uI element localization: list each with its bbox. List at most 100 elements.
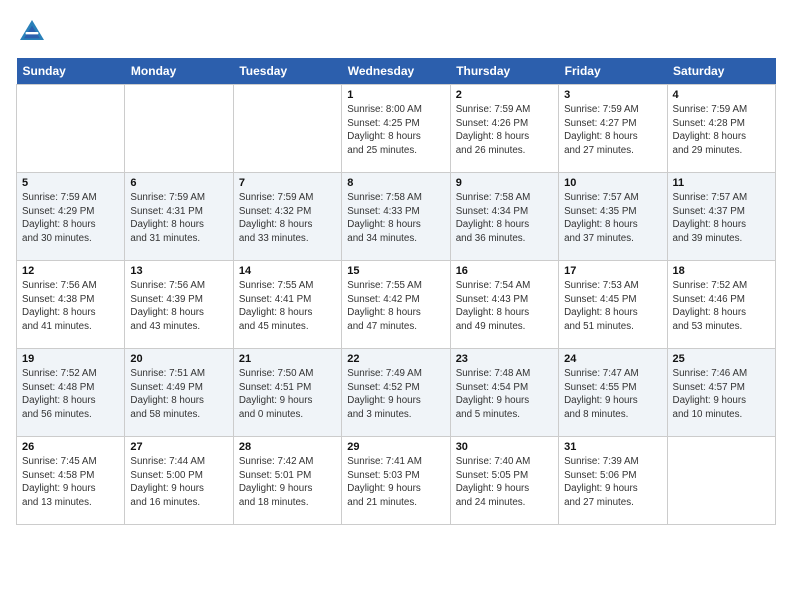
calendar-cell: 14 Sunrise: 7:55 AMSunset: 4:41 PMDayligh… <box>233 261 341 349</box>
day-info: Sunrise: 7:50 AMSunset: 4:51 PMDaylight:… <box>239 367 336 422</box>
day-number: 12 <box>22 265 119 277</box>
calendar-cell: 3 Sunrise: 7:59 AMSunset: 4:27 PMDaylight… <box>559 85 667 173</box>
weekday-header: Saturday <box>667 58 775 85</box>
day-number: 21 <box>239 353 336 365</box>
calendar-cell: 20Sunrise: 7:51 AMSunset: 4:49 PMDayligh… <box>125 349 233 437</box>
day-info: Sunrise: 7:49 AMSunset: 4:52 PMDaylight:… <box>347 367 444 422</box>
day-number: 14 <box>239 265 336 277</box>
day-number: 30 <box>456 441 553 453</box>
day-info: Sunrise: 7:48 AMSunset: 4:54 PMDaylight:… <box>456 367 553 422</box>
calendar-cell: 22 Sunrise: 7:49 AMSunset: 4:52 PMDayligh… <box>342 349 450 437</box>
calendar-header-row: SundayMondayTuesdayWednesdayThursdayFrid… <box>17 58 776 85</box>
day-info: Sunrise: 7:53 AMSunset: 4:45 PMDaylight:… <box>564 279 661 334</box>
calendar-cell: 12 Sunrise: 7:56 AMSunset: 4:38 PMDayligh… <box>17 261 125 349</box>
calendar-cell <box>17 85 125 173</box>
day-number: 10 <box>564 177 661 189</box>
calendar-cell: 8Sunrise: 7:58 AMSunset: 4:33 PMDaylight… <box>342 173 450 261</box>
logo-icon <box>16 16 48 48</box>
calendar-cell: 26 Sunrise: 7:45 AMSunset: 4:58 PMDayligh… <box>17 437 125 525</box>
day-number: 16 <box>456 265 553 277</box>
day-number: 5 <box>22 177 119 189</box>
calendar-cell: 29 Sunrise: 7:41 AMSunset: 5:03 PMDayligh… <box>342 437 450 525</box>
calendar-cell: 11 Sunrise: 7:57 AMSunset: 4:37 PMDayligh… <box>667 173 775 261</box>
day-info: Sunrise: 7:55 AMSunset: 4:42 PMDaylight:… <box>347 279 444 334</box>
calendar-cell <box>667 437 775 525</box>
day-info: Sunrise: 7:54 AMSunset: 4:43 PMDaylight:… <box>456 279 553 334</box>
day-number: 7 <box>239 177 336 189</box>
calendar-cell: 1Sunrise: 8:00 AMSunset: 4:25 PMDaylight… <box>342 85 450 173</box>
calendar-cell: 7 Sunrise: 7:59 AMSunset: 4:32 PMDaylight… <box>233 173 341 261</box>
weekday-header: Monday <box>125 58 233 85</box>
calendar-cell: 24 Sunrise: 7:47 AMSunset: 4:55 PMDayligh… <box>559 349 667 437</box>
day-number: 4 <box>673 89 770 101</box>
day-number: 24 <box>564 353 661 365</box>
day-info: Sunrise: 7:45 AMSunset: 4:58 PMDaylight:… <box>22 455 119 510</box>
day-number: 23 <box>456 353 553 365</box>
day-number: 26 <box>22 441 119 453</box>
day-info: Sunrise: 7:59 AMSunset: 4:29 PMDaylight:… <box>22 191 119 246</box>
day-number: 1 <box>347 89 444 101</box>
weekday-header: Sunday <box>17 58 125 85</box>
day-info: Sunrise: 7:41 AMSunset: 5:03 PMDaylight:… <box>347 455 444 510</box>
page-header <box>16 16 776 48</box>
day-number: 6 <box>130 177 227 189</box>
weekday-header: Tuesday <box>233 58 341 85</box>
calendar-week-row: 26 Sunrise: 7:45 AMSunset: 4:58 PMDayligh… <box>17 437 776 525</box>
day-number: 28 <box>239 441 336 453</box>
calendar-cell: 2 Sunrise: 7:59 AMSunset: 4:26 PMDaylight… <box>450 85 558 173</box>
day-number: 11 <box>673 177 770 189</box>
calendar-cell: 18 Sunrise: 7:52 AMSunset: 4:46 PMDayligh… <box>667 261 775 349</box>
calendar-cell: 17 Sunrise: 7:53 AMSunset: 4:45 PMDayligh… <box>559 261 667 349</box>
calendar-cell: 16 Sunrise: 7:54 AMSunset: 4:43 PMDayligh… <box>450 261 558 349</box>
calendar-table: SundayMondayTuesdayWednesdayThursdayFrid… <box>16 58 776 525</box>
day-info: Sunrise: 7:59 AMSunset: 4:27 PMDaylight:… <box>564 103 661 158</box>
day-number: 25 <box>673 353 770 365</box>
calendar-week-row: 12 Sunrise: 7:56 AMSunset: 4:38 PMDayligh… <box>17 261 776 349</box>
day-info: Sunrise: 7:44 AMSunset: 5:00 PMDaylight:… <box>130 455 227 510</box>
calendar-cell: 27 Sunrise: 7:44 AMSunset: 5:00 PMDayligh… <box>125 437 233 525</box>
logo <box>16 16 52 48</box>
calendar-cell <box>233 85 341 173</box>
day-info: Sunrise: 7:58 AMSunset: 4:34 PMDaylight:… <box>456 191 553 246</box>
day-number: 2 <box>456 89 553 101</box>
calendar-week-row: 5 Sunrise: 7:59 AMSunset: 4:29 PMDaylight… <box>17 173 776 261</box>
calendar-cell: 6 Sunrise: 7:59 AMSunset: 4:31 PMDaylight… <box>125 173 233 261</box>
day-info: Sunrise: 7:56 AMSunset: 4:38 PMDaylight:… <box>22 279 119 334</box>
day-number: 13 <box>130 265 227 277</box>
calendar-week-row: 19Sunrise: 7:52 AMSunset: 4:48 PMDayligh… <box>17 349 776 437</box>
day-number: 29 <box>347 441 444 453</box>
day-info: Sunrise: 7:57 AMSunset: 4:37 PMDaylight:… <box>673 191 770 246</box>
day-number: 17 <box>564 265 661 277</box>
day-number: 9 <box>456 177 553 189</box>
day-number: 20 <box>130 353 227 365</box>
calendar-cell: 5 Sunrise: 7:59 AMSunset: 4:29 PMDaylight… <box>17 173 125 261</box>
day-number: 18 <box>673 265 770 277</box>
day-info: Sunrise: 7:42 AMSunset: 5:01 PMDaylight:… <box>239 455 336 510</box>
day-info: Sunrise: 7:39 AMSunset: 5:06 PMDaylight:… <box>564 455 661 510</box>
day-number: 3 <box>564 89 661 101</box>
day-number: 15 <box>347 265 444 277</box>
calendar-cell: 30Sunrise: 7:40 AMSunset: 5:05 PMDayligh… <box>450 437 558 525</box>
day-info: Sunrise: 7:59 AMSunset: 4:32 PMDaylight:… <box>239 191 336 246</box>
calendar-cell: 28 Sunrise: 7:42 AMSunset: 5:01 PMDayligh… <box>233 437 341 525</box>
day-info: Sunrise: 7:59 AMSunset: 4:26 PMDaylight:… <box>456 103 553 158</box>
day-number: 22 <box>347 353 444 365</box>
day-info: Sunrise: 7:56 AMSunset: 4:39 PMDaylight:… <box>130 279 227 334</box>
day-number: 27 <box>130 441 227 453</box>
weekday-header: Thursday <box>450 58 558 85</box>
day-info: Sunrise: 7:52 AMSunset: 4:46 PMDaylight:… <box>673 279 770 334</box>
day-info: Sunrise: 7:55 AMSunset: 4:41 PMDaylight:… <box>239 279 336 334</box>
day-info: Sunrise: 7:59 AMSunset: 4:31 PMDaylight:… <box>130 191 227 246</box>
calendar-cell <box>125 85 233 173</box>
calendar-cell: 4 Sunrise: 7:59 AMSunset: 4:28 PMDaylight… <box>667 85 775 173</box>
calendar-cell: 13 Sunrise: 7:56 AMSunset: 4:39 PMDayligh… <box>125 261 233 349</box>
calendar-cell: 23 Sunrise: 7:48 AMSunset: 4:54 PMDayligh… <box>450 349 558 437</box>
weekday-header: Friday <box>559 58 667 85</box>
day-info: Sunrise: 7:59 AMSunset: 4:28 PMDaylight:… <box>673 103 770 158</box>
day-info: Sunrise: 7:57 AMSunset: 4:35 PMDaylight:… <box>564 191 661 246</box>
day-info: Sunrise: 7:47 AMSunset: 4:55 PMDaylight:… <box>564 367 661 422</box>
calendar-cell: 9 Sunrise: 7:58 AMSunset: 4:34 PMDaylight… <box>450 173 558 261</box>
calendar-cell: 21 Sunrise: 7:50 AMSunset: 4:51 PMDayligh… <box>233 349 341 437</box>
calendar-cell: 25Sunrise: 7:46 AMSunset: 4:57 PMDayligh… <box>667 349 775 437</box>
calendar-cell: 15 Sunrise: 7:55 AMSunset: 4:42 PMDayligh… <box>342 261 450 349</box>
